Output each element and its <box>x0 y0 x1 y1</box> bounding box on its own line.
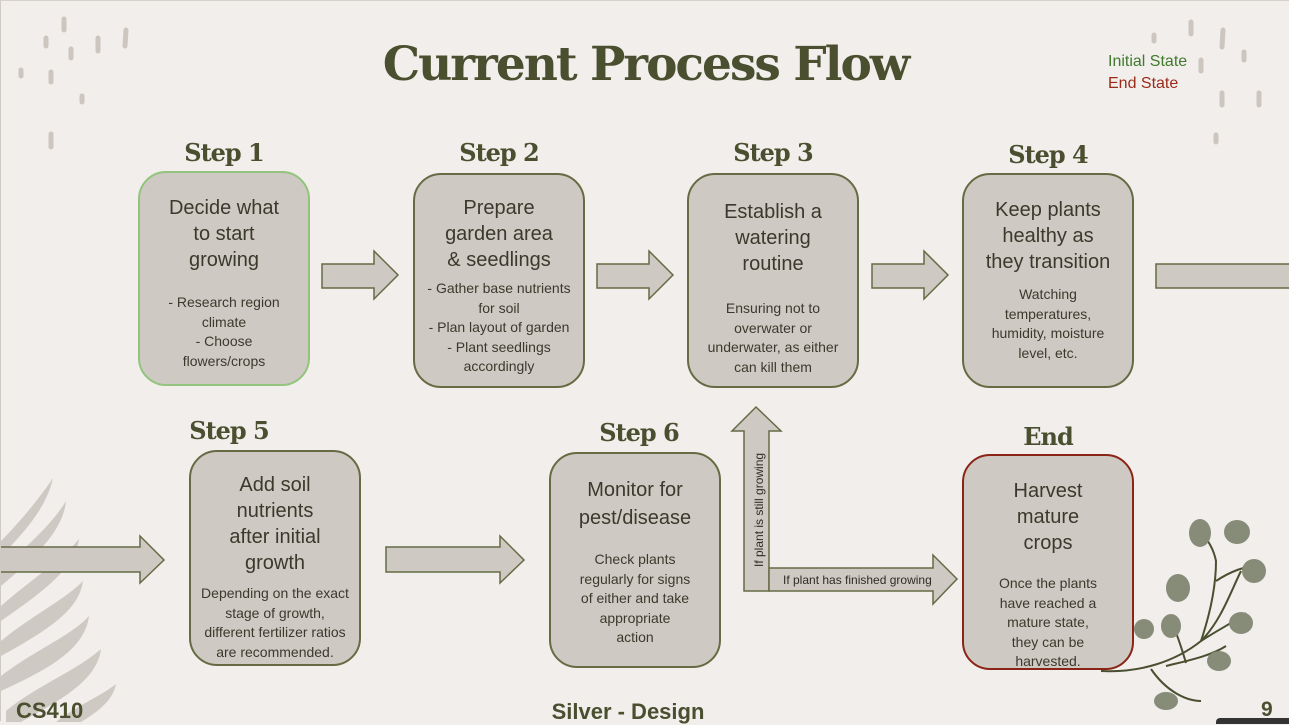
arrow-into-step5-icon <box>1 534 166 585</box>
arrow-step2-to-step3-icon <box>596 249 675 301</box>
condition-still-growing: If plant is still growing <box>752 453 766 567</box>
arrow-step3-to-step4-icon <box>871 249 950 301</box>
corner-bar <box>1216 718 1289 724</box>
arrow-step4-offscreen-icon <box>1155 263 1289 289</box>
team-name: Silver - Design <box>551 699 705 724</box>
condition-finished-growing: If plant has finished growing <box>783 573 932 587</box>
arrow-step5-to-step6-icon <box>385 534 526 585</box>
slide: Current Process Flow Initial State End S… <box>0 0 1289 724</box>
flow-arrows: If plant is still growing If plant has f… <box>1 249 1289 606</box>
arrow-step1-to-step2-icon <box>321 249 400 301</box>
